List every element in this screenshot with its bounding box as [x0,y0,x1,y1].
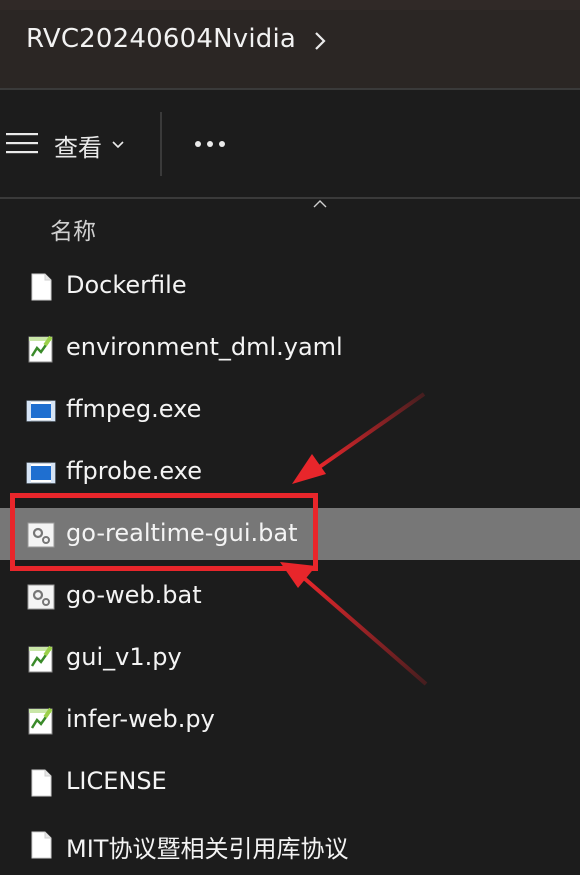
view-button[interactable]: 查看 [48,120,124,170]
notepad-plus-file-icon [28,645,53,673]
column-name-label: 名称 [50,219,96,245]
file-name: LICENSE [66,767,167,795]
annotation-highlight-box [10,493,318,571]
file-row[interactable]: gui_v1.py [0,632,580,684]
file-name: ffmpeg.exe [66,395,202,423]
file-row[interactable]: LICENSE [0,756,580,808]
file-name: infer-web.py [66,705,215,733]
sort-up-icon [313,200,327,208]
view-button-label: 查看 [54,133,102,162]
file-row[interactable]: ffprobe.exe [0,446,580,498]
chevron-down-icon [112,141,124,149]
more-options-button[interactable] [190,128,230,160]
batch-file-icon [27,584,55,610]
dot-icon [219,141,225,147]
file-name: ffprobe.exe [66,457,202,485]
chevron-right-icon[interactable] [312,30,328,52]
file-name: Dockerfile [66,271,187,299]
toolbar-divider [160,112,162,176]
generic-file-icon [31,273,52,301]
executable-file-icon [26,462,56,484]
executable-file-icon [26,400,56,422]
hamburger-menu-icon[interactable] [6,132,40,154]
breadcrumb-folder[interactable]: RVC20240604Nvidia [26,24,296,54]
address-bar: RVC20240604Nvidia [0,0,580,88]
file-row[interactable]: Dockerfile [0,260,580,312]
file-row[interactable]: MIT协议暨相关引用库协议 [0,818,580,870]
notepad-plus-file-icon [28,335,53,363]
dot-icon [195,141,201,147]
file-row[interactable]: go-web.bat [0,570,580,622]
file-name: environment_dml.yaml [66,333,343,361]
dot-icon [207,141,213,147]
file-row[interactable]: infer-web.py [0,694,580,746]
title-strip [0,0,580,10]
file-row[interactable]: ffmpeg.exe [0,384,580,436]
file-name: MIT协议暨相关引用库协议 [66,835,349,863]
notepad-plus-file-icon [28,707,53,735]
generic-file-icon [31,831,52,859]
column-header-name[interactable]: 名称 [0,199,580,251]
file-row[interactable]: environment_dml.yaml [0,322,580,374]
file-name: gui_v1.py [66,643,182,671]
toolbar: 查看 [0,90,580,198]
file-name: go-web.bat [66,581,202,609]
generic-file-icon [31,769,52,797]
